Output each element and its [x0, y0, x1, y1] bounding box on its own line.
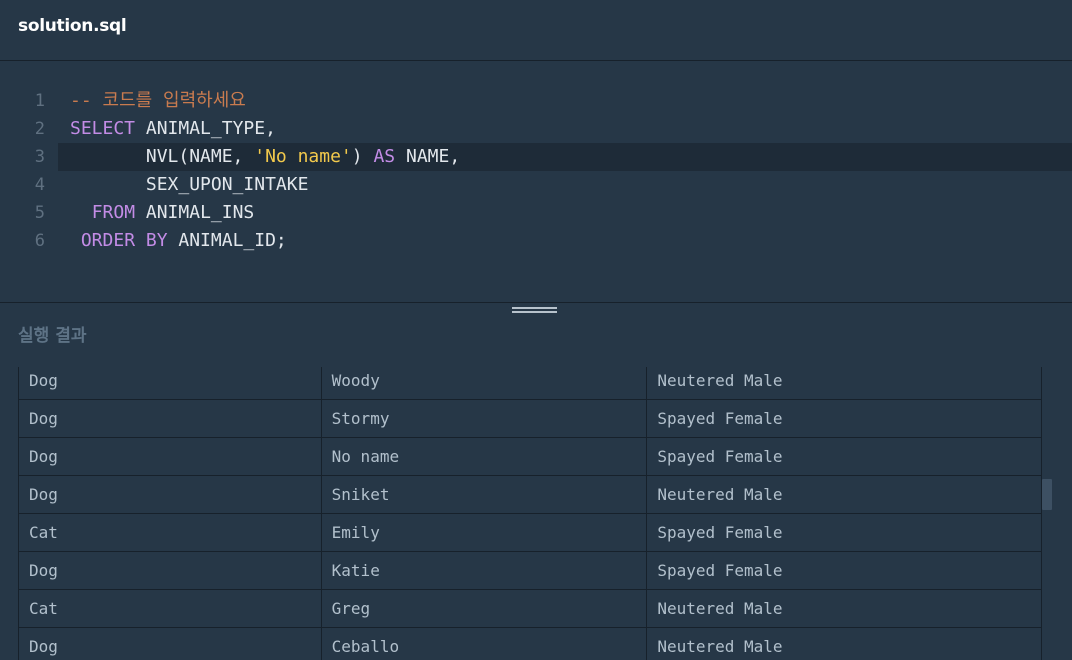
cell-animal-type: Cat [18, 513, 322, 552]
results-scrollbar[interactable] [1042, 367, 1052, 660]
cell-name: Emily [320, 513, 648, 552]
results-panel[interactable]: Dog Woody Neutered Male Dog Stormy Spayed Fem… [18, 367, 1042, 660]
cell-name: Ceballo [320, 627, 648, 660]
results-title: 실행 결과 [18, 326, 87, 346]
table-row: Dog Woody Neutered Male [18, 367, 1042, 400]
cell-sex-upon-intake: Spayed Female [646, 437, 1042, 476]
line-number: 1 [34, 91, 45, 111]
resize-handle-icon[interactable] [512, 307, 557, 317]
file-header: solution.sql [0, 0, 1072, 61]
cell-animal-type: Dog [18, 437, 322, 476]
code-token: ORDER BY [80, 230, 168, 251]
line-number: 5 [34, 203, 45, 223]
code-editor[interactable]: 1 -- 코드를 입력하세요 2 SELECT ANIMAL_TYPE, 3 NVL(N… [0, 62, 1072, 302]
code-line[interactable]: 4 SEX_UPON_INTAKE [0, 171, 1072, 199]
results-table: Dog Woody Neutered Male Dog Stormy Spayed Fem… [18, 367, 1042, 660]
file-name-title: solution.sql [18, 16, 127, 36]
cell-name: Sniket [320, 475, 648, 514]
table-row: Dog Ceballo Neutered Male [18, 627, 1042, 660]
cell-sex-upon-intake: Neutered Male [646, 475, 1042, 514]
cell-name: No name [320, 437, 648, 476]
code-token: ANIMAL_INS [135, 202, 255, 223]
cell-animal-type: Dog [18, 475, 322, 514]
cell-animal-type: Dog [18, 367, 322, 400]
line-number: 4 [34, 175, 45, 195]
code-text: SEX_UPON_INTAKE [70, 171, 309, 199]
cell-sex-upon-intake: Neutered Male [646, 627, 1042, 660]
line-number: 6 [34, 231, 45, 251]
line-number: 2 [34, 119, 45, 139]
code-text: SELECT ANIMAL_TYPE, [70, 115, 276, 143]
sql-editor-app: solution.sql 1 -- 코드를 입력하세요 2 SELECT ANIMAL… [0, 0, 1072, 660]
code-line[interactable]: 6 ORDER BY ANIMAL_ID; [0, 227, 1072, 255]
cell-sex-upon-intake: Neutered Male [646, 589, 1042, 628]
line-number: 3 [34, 147, 45, 167]
code-token: ANIMAL_TYPE, [135, 118, 276, 139]
cell-animal-type: Dog [18, 627, 322, 660]
cell-name: Greg [320, 589, 648, 628]
cell-animal-type: Dog [18, 551, 322, 590]
cell-animal-type: Dog [18, 399, 322, 438]
code-token: -- 코드를 입력하세요 [70, 90, 246, 111]
table-row: Dog No name Spayed Female [18, 437, 1042, 476]
code-token: ANIMAL_ID; [167, 230, 287, 251]
code-token: 'No name' [254, 146, 352, 167]
table-row: Dog Katie Spayed Female [18, 551, 1042, 590]
code-text: ORDER BY ANIMAL_ID; [70, 227, 287, 255]
cell-sex-upon-intake: Neutered Male [646, 367, 1042, 400]
code-line[interactable]: 3 NVL(NAME, 'No name') AS NAME, [0, 143, 1072, 171]
code-line[interactable]: 1 -- 코드를 입력하세요 [0, 87, 1072, 115]
cell-name: Woody [320, 367, 648, 400]
table-row: Dog Stormy Spayed Female [18, 399, 1042, 438]
code-text: FROM ANIMAL_INS [70, 199, 255, 227]
code-token: NVL(NAME, [70, 146, 255, 167]
cell-sex-upon-intake: Spayed Female [646, 513, 1042, 552]
code-line[interactable]: 5 FROM ANIMAL_INS [0, 199, 1072, 227]
cell-sex-upon-intake: Spayed Female [646, 551, 1042, 590]
code-token: SEX_UPON_INTAKE [70, 174, 309, 195]
cell-name: Katie [320, 551, 648, 590]
code-token: FROM [91, 202, 136, 223]
table-row: Dog Sniket Neutered Male [18, 475, 1042, 514]
code-token: SELECT [70, 118, 136, 139]
table-row: Cat Emily Spayed Female [18, 513, 1042, 552]
code-line[interactable]: 2 SELECT ANIMAL_TYPE, [0, 115, 1072, 143]
code-text: -- 코드를 입력하세요 [70, 87, 246, 115]
table-row: Cat Greg Neutered Male [18, 589, 1042, 628]
code-token: ) [351, 146, 374, 167]
cell-name: Stormy [320, 399, 648, 438]
cell-sex-upon-intake: Spayed Female [646, 399, 1042, 438]
code-token: NAME, [395, 146, 461, 167]
code-token: AS [373, 146, 396, 167]
panel-divider [0, 302, 1072, 303]
code-text: NVL(NAME, 'No name') AS NAME, [70, 143, 460, 171]
results-scrollbar-thumb[interactable] [1042, 479, 1052, 510]
cell-animal-type: Cat [18, 589, 322, 628]
